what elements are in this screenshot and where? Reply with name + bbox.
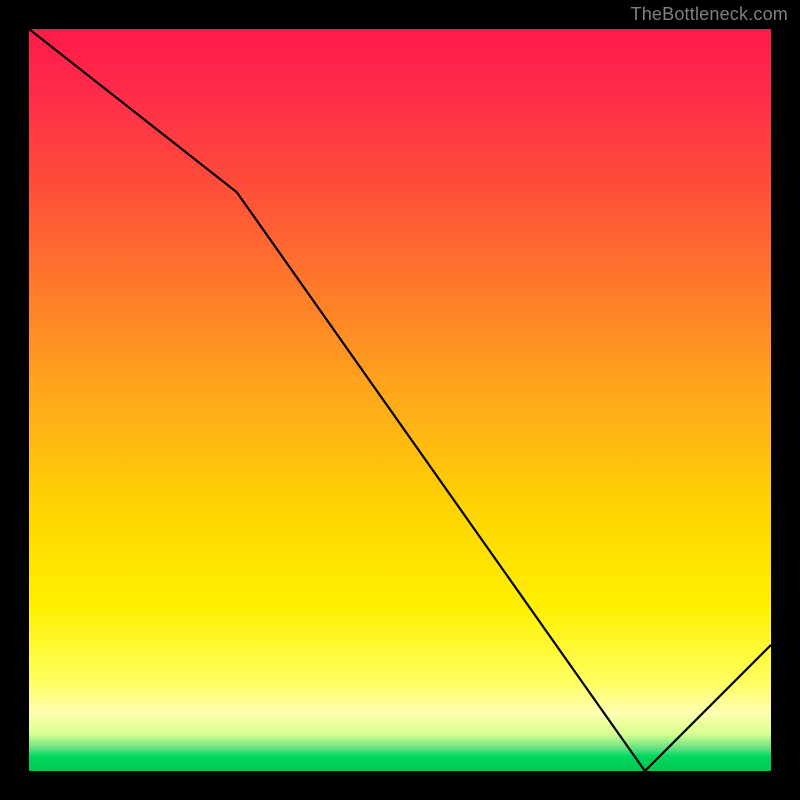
chart-plot-area: [29, 29, 771, 771]
bottleneck-curve: [29, 29, 771, 771]
attribution-label: TheBottleneck.com: [631, 4, 788, 25]
